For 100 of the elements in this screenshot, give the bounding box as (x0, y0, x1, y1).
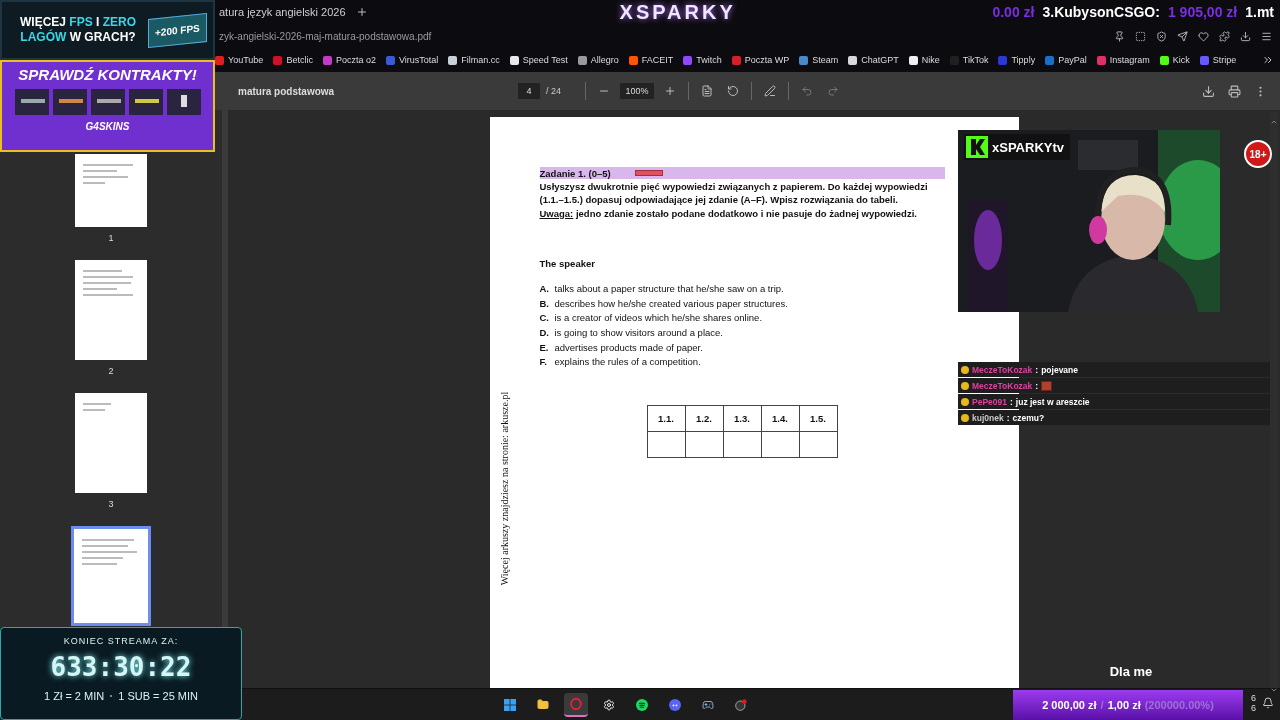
emote-icon (1041, 380, 1053, 391)
bookmark-link[interactable]: Stripe (1199, 55, 1237, 65)
windows-icon (503, 696, 516, 713)
page-thumbnail[interactable] (75, 154, 147, 227)
fit-page-button[interactable] (699, 83, 715, 99)
stamp-icon (634, 170, 663, 176)
option-letter: D. (539, 326, 549, 338)
note-label: Uwaga: (539, 208, 574, 219)
option-text: talks about a paper structure that he/she saw on a trip. (554, 282, 784, 294)
taskbar-app[interactable] (563, 692, 588, 717)
draw-button[interactable] (762, 83, 778, 99)
bookmark-link[interactable]: YouTube (215, 55, 264, 65)
ad-brand: G4SKINS (85, 121, 130, 132)
option-letter: C. (539, 312, 549, 324)
option-text: is a creator of videos which he/she shares online. (554, 312, 763, 324)
option-letter: A. (539, 282, 549, 294)
answer-cell[interactable] (799, 431, 837, 458)
bookmark-link[interactable]: Kick (1159, 55, 1190, 65)
download-icon[interactable] (1240, 30, 1251, 42)
chat-separator: : (1010, 396, 1013, 407)
chat-text: pojevane (1041, 364, 1078, 375)
bookmark-link[interactable]: ChatGPT (848, 55, 899, 65)
bookmark-link[interactable]: TikTok (949, 55, 989, 65)
bookmark-link[interactable]: FACEIT (628, 55, 674, 65)
more-bookmarks-icon[interactable] (1262, 54, 1274, 66)
side-note: Więcej arkuszy znajdziesz na stronie: arkusze.pl (498, 390, 509, 588)
answer-cell[interactable] (723, 431, 761, 458)
chevron-up-icon[interactable] (1270, 118, 1278, 126)
bookmark-link[interactable]: VirusTotal (385, 55, 439, 65)
menu-icon[interactable] (1261, 30, 1272, 42)
page-label: 1 (108, 233, 114, 244)
screenshot-icon[interactable] (1135, 30, 1146, 42)
bookmark-link[interactable]: Nike (908, 55, 940, 65)
bookmark-link[interactable]: Poczta WP (731, 55, 790, 65)
page-number-field[interactable]: 4 (518, 83, 540, 99)
puzzle-icon[interactable] (1219, 30, 1230, 42)
table-header: 1.5. (799, 405, 837, 432)
redo-icon (827, 85, 839, 97)
send-icon[interactable] (1177, 30, 1188, 42)
table-header: 1.1. (647, 405, 685, 432)
page-thumbnail[interactable] (71, 526, 151, 626)
option-text: describes how he/she created various paper structures. (554, 297, 788, 309)
fps-badge: +200 FPS (148, 12, 207, 48)
bookmark-link[interactable]: Betclic (273, 55, 313, 65)
goal-current: 2 000,00 zł (1042, 699, 1097, 711)
rotate-button[interactable] (725, 83, 741, 99)
task-title: Zadanie 1. (0–5) (539, 167, 611, 179)
note-text: jedno zdanie zostało podane dodatkowo i nie pasuje do żadnej wypowiedzi. (575, 208, 917, 219)
undo-icon (801, 85, 813, 97)
page-label: 2 (108, 366, 114, 377)
download-icon (1201, 84, 1215, 98)
page-thumbnail[interactable] (75, 393, 147, 493)
plus-icon (664, 85, 676, 97)
pin-icon[interactable] (1114, 30, 1125, 42)
shield-icon[interactable] (1156, 30, 1167, 42)
alert-text: Dla me (1108, 664, 1154, 679)
ad-cta: SPRAWDŹ KONTRAKTY! (18, 66, 197, 83)
option-letter: B. (539, 297, 549, 309)
chevron-down-icon[interactable] (1270, 686, 1278, 694)
bookmark-link[interactable]: Allegro (577, 55, 619, 65)
table-header: 1.4. (761, 405, 799, 432)
tab-title[interactable]: atura język angielski 2026 (219, 6, 346, 18)
zoom-field[interactable]: 100% (620, 83, 654, 99)
option-letter: E. (539, 341, 549, 353)
goal-target: 1,00 zł (1107, 699, 1141, 711)
chat-username: kuj0nek (972, 412, 1004, 423)
url-text[interactable]: zyk-angielski-2026-maj-matura-podstawowa.pdf (219, 30, 432, 42)
tray-number: 6 (1251, 703, 1256, 713)
option-text: is going to show visitors around a place. (554, 326, 723, 338)
answer-cell[interactable] (647, 431, 685, 458)
answer-cell[interactable] (761, 431, 799, 458)
bookmark-link[interactable]: Tipply (998, 55, 1036, 65)
bookmark-link[interactable]: Filman.cc (448, 55, 500, 65)
bookmark-link[interactable]: Poczta o2 (322, 55, 376, 65)
bell-icon[interactable] (1262, 697, 1274, 709)
spotify-icon (635, 696, 648, 713)
printer-icon (1227, 84, 1241, 98)
download-button[interactable] (1200, 83, 1216, 99)
print-button[interactable] (1226, 83, 1242, 99)
bookmark-link[interactable]: Twitch (683, 55, 722, 65)
goal-percent: (200000.00%) (1144, 699, 1214, 711)
scrollbar[interactable] (1270, 112, 1278, 688)
bookmark-link[interactable]: Speed Test (509, 55, 568, 65)
chat-username: MeczeToKozak (972, 380, 1033, 391)
answer-cell[interactable] (685, 431, 723, 458)
timer-title: KONIEC STREAMA ZA: (63, 636, 179, 646)
bookmark-link[interactable]: PayPal (1045, 55, 1087, 65)
chat-separator: : (1006, 412, 1010, 423)
bookmark-link[interactable]: Instagram (1096, 55, 1150, 65)
chat-text: czemu? (1012, 412, 1045, 423)
instruction-text: Usłyszysz dwukrotnie pięć wypowiedzi związanych z papierem. Do każdej wypowiedzi (1.1.–1.5.) dopasuj odpowiadające jej zdanie (A–F). Wpisz rozwiązania do tabeli. (539, 180, 929, 206)
page-thumbnail[interactable] (75, 260, 147, 360)
chat-separator: : (1035, 380, 1039, 391)
plus-icon (355, 6, 368, 18)
heart-icon[interactable] (1198, 30, 1209, 42)
chat-username: MeczeToKozak (972, 364, 1033, 375)
page-label: 3 (108, 499, 114, 510)
bookmark-link[interactable]: Steam (799, 55, 839, 65)
document-title: matura podstawowa (238, 85, 336, 97)
pen-icon (764, 85, 776, 97)
